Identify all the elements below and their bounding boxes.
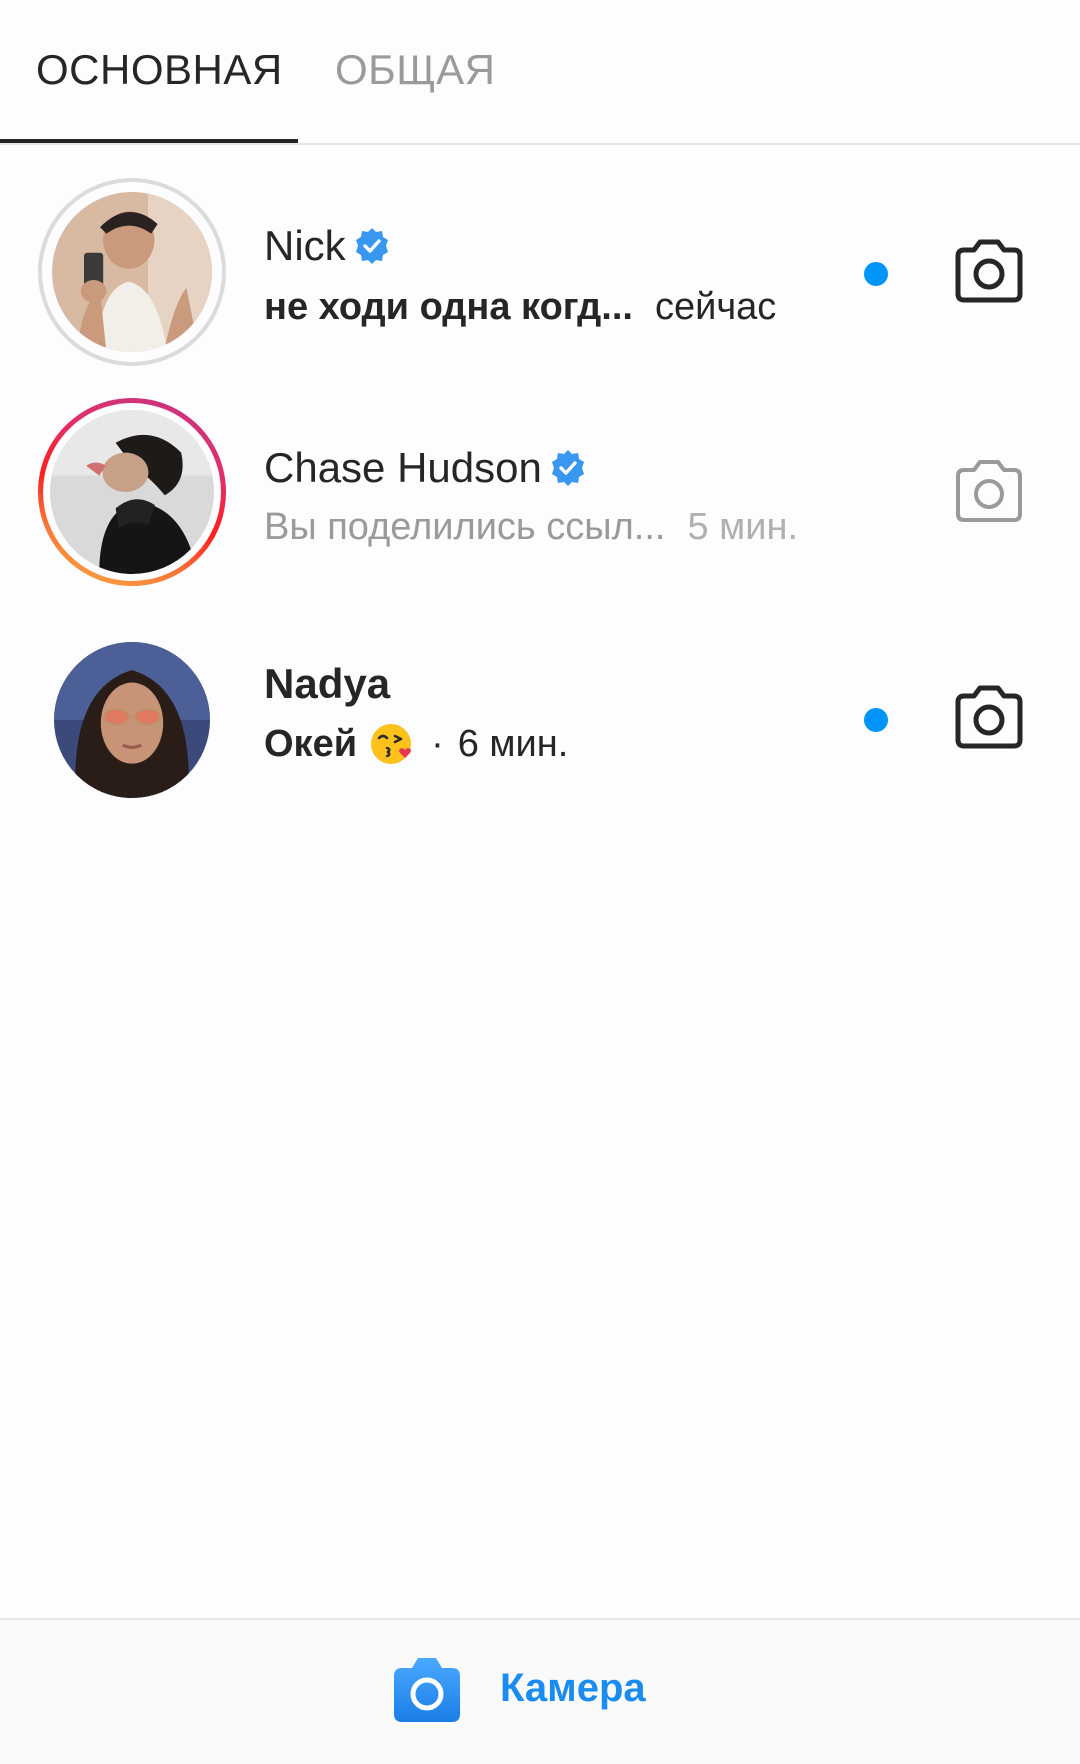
inbox-tabs: ОСНОВНАЯ ОБЩАЯ (0, 0, 1080, 145)
thread-row-nick[interactable]: Nick не ходи одна когд... сейчас (0, 178, 1080, 378)
unread-dot (864, 262, 888, 286)
thread-row-chase-hudson[interactable]: Chase Hudson Вы поделились ссыл... 5 мин… (0, 398, 1080, 598)
camera-icon[interactable] (952, 238, 1026, 304)
direct-inbox-screen: ОСНОВНАЯ ОБЩАЯ Nick не ходи одна когд...… (0, 0, 1080, 1764)
thread-row-nadya[interactable]: Nadya Окей · 6 мин. (0, 630, 1080, 830)
avatar[interactable] (38, 178, 226, 366)
thread-time: сейчас (654, 286, 777, 328)
active-tab-indicator (0, 139, 298, 143)
tab-primary[interactable]: ОСНОВНАЯ (36, 46, 283, 94)
avatar-photo (50, 410, 214, 574)
avatar[interactable] (38, 398, 226, 586)
thread-name-line: Chase Hudson (264, 444, 588, 492)
camera-icon[interactable] (390, 1656, 464, 1724)
thread-message: Окей (264, 722, 358, 765)
avatar[interactable] (54, 642, 210, 798)
avatar-photo (52, 192, 212, 352)
thread-name-line: Nadya (264, 660, 390, 708)
thread-name: Chase Hudson (264, 444, 542, 491)
thread-time: 6 мин. (457, 722, 569, 765)
thread-preview: Вы поделились ссыл... 5 мин. (264, 506, 798, 549)
thread-name-line: Nick (264, 222, 392, 270)
verified-badge-icon (352, 226, 392, 266)
bottom-camera-bar[interactable]: Камера (0, 1618, 1080, 1764)
thread-time: 5 мин. (687, 506, 799, 548)
thread-preview: не ходи одна когд... сейчас (264, 286, 776, 329)
unread-dot (864, 708, 888, 732)
verified-badge-icon (548, 448, 588, 488)
thread-preview: Окей · 6 мин. (264, 720, 568, 768)
camera-button-label[interactable]: Камера (500, 1666, 646, 1711)
separator: · (431, 722, 444, 765)
thread-message: не ходи одна когд... (264, 286, 633, 328)
thread-name: Nadya (264, 660, 391, 707)
thread-message: Вы поделились ссыл... (264, 506, 666, 548)
tab-general[interactable]: ОБЩАЯ (335, 46, 495, 94)
kissing-face-with-heart-emoji (369, 720, 417, 768)
camera-icon[interactable] (952, 684, 1026, 750)
camera-icon[interactable] (952, 458, 1026, 524)
thread-name: Nick (264, 222, 346, 269)
